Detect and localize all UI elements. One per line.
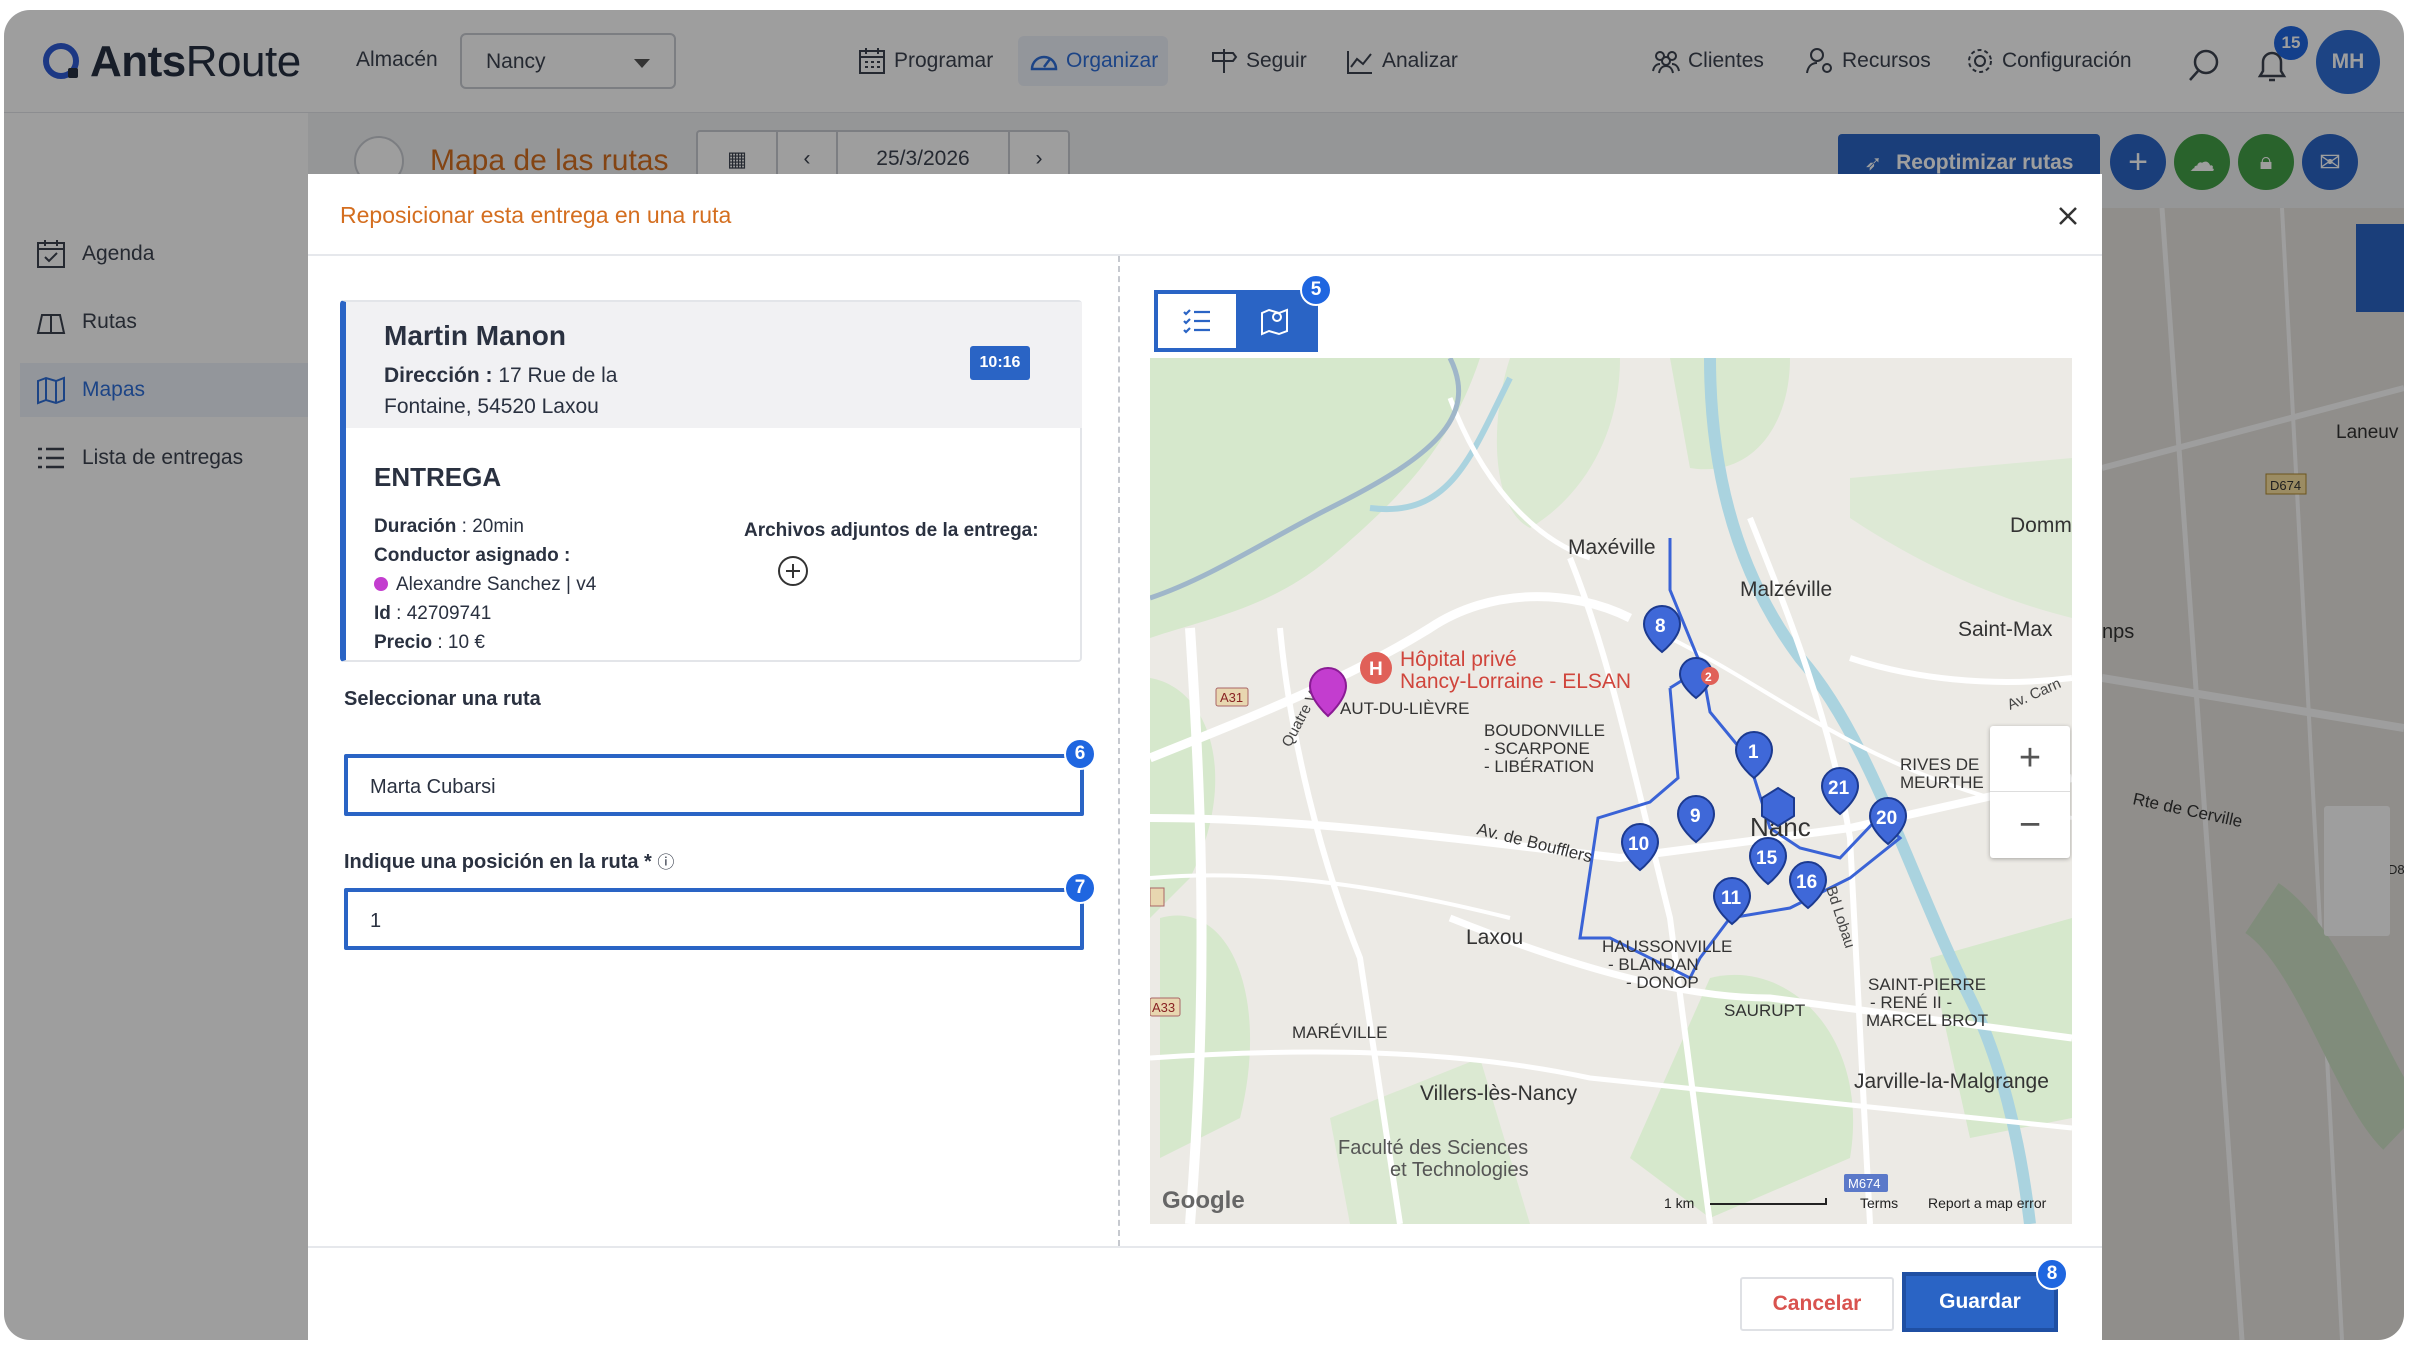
map-place: Jarville-la-Malgrange <box>1854 1070 2049 1093</box>
list-view-button[interactable] <box>1158 294 1236 348</box>
step-badge-6: 6 <box>1064 738 1096 770</box>
route-marker: 2 <box>1705 670 1712 684</box>
time-badge: 10:16 <box>970 346 1030 380</box>
step-badge-5: 5 <box>1300 274 1332 306</box>
close-icon[interactable] <box>2048 196 2088 236</box>
duration-label: Duración <box>374 516 457 537</box>
route-marker: 1 <box>1748 742 1759 763</box>
map-place: Nancy-Lorraine - ELSAN <box>1400 670 1631 693</box>
modal-title: Reposicionar esta entrega en una ruta <box>340 202 732 228</box>
position-value: 1 <box>370 910 382 932</box>
map-place: Malzéville <box>1740 578 1832 601</box>
map-place: RIVES DE <box>1900 755 1979 774</box>
view-toggle <box>1154 290 1318 352</box>
road-shield: A31 <box>1220 690 1243 705</box>
route-marker: 9 <box>1690 806 1701 827</box>
map-place: - LIBÉRATION <box>1484 757 1594 776</box>
save-button[interactable]: Guardar <box>1902 1272 2058 1332</box>
modal-header: Reposicionar esta entrega en una ruta <box>308 174 2102 256</box>
delivery-id: Id : 42709741 <box>374 603 491 625</box>
section-title: ENTREGA <box>374 462 502 492</box>
map-scale: 1 km <box>1664 1195 1694 1211</box>
map-place: - RENÉ II - <box>1870 993 1952 1012</box>
app-frame: AntsRoute Almacén Nancy Programar Organi… <box>4 10 2404 1340</box>
add-attachment-icon[interactable] <box>776 554 810 588</box>
step-badge-7: 7 <box>1064 872 1096 904</box>
route-marker: 20 <box>1876 808 1897 829</box>
route-marker: 15 <box>1756 848 1778 869</box>
delivery-price: Precio : 10 € <box>374 632 485 654</box>
price-label: Precio <box>374 632 433 653</box>
map-place: MARÉVILLE <box>1292 1023 1387 1042</box>
map-place: MARCEL BROT <box>1866 1011 1988 1030</box>
info-icon: ⓘ <box>657 853 675 872</box>
driver-label: Conductor asignado : <box>374 545 570 567</box>
road-shield: M674 <box>1848 1176 1881 1191</box>
position-input[interactable]: 1 <box>344 888 1084 950</box>
step-badge-8: 8 <box>2036 1258 2068 1290</box>
position-label: Indique una posición en la ruta * ⓘ <box>344 848 674 874</box>
duration: Duración : 20min <box>374 516 524 538</box>
map-place: Saint-Max <box>1958 618 2053 641</box>
map-terms[interactable]: Terms <box>1860 1195 1898 1211</box>
zoom-controls: + − <box>1990 726 2070 858</box>
map-place: MEURTHE <box>1900 773 1984 792</box>
route-marker: 10 <box>1628 834 1649 855</box>
route-marker: 21 <box>1828 778 1850 799</box>
map-place: Villers-lès-Nancy <box>1420 1082 1578 1105</box>
delivery-card-header: Martin Manon Dirección : 17 Rue de la Fo… <box>346 302 1082 428</box>
map-pin-icon <box>1261 308 1288 336</box>
map-place: SAURUPT <box>1724 1001 1805 1020</box>
delivery-address: Dirección : 17 Rue de la Fontaine, 54520… <box>384 360 684 422</box>
route-marker: 16 <box>1796 872 1817 893</box>
route-marker: 11 <box>1721 888 1742 909</box>
zoom-in-button[interactable]: + <box>1990 726 2070 792</box>
route-select-value: Marta Cubarsi <box>370 776 496 798</box>
id-value: : 42709741 <box>390 603 492 624</box>
svg-text:H: H <box>1369 659 1383 680</box>
cancel-button[interactable]: Cancelar <box>1740 1277 1894 1331</box>
price-value: : 10 € <box>432 632 485 653</box>
checklist-icon <box>1183 309 1210 334</box>
duration-value: : 20min <box>456 516 524 537</box>
map-report-link[interactable]: Report a map error <box>1928 1195 2047 1211</box>
delivery-card: Martin Manon Dirección : 17 Rue de la Fo… <box>340 300 1082 662</box>
map-place: Domm <box>2010 514 2072 537</box>
driver-name: Alexandre Sanchez | v4 <box>396 574 597 595</box>
position-label-text: Indique una posición en la ruta * <box>344 851 652 873</box>
road-shield: A33 <box>1152 1000 1175 1015</box>
map-view-button[interactable] <box>1236 294 1314 348</box>
driver-color-dot <box>374 577 388 591</box>
driver-label-text: Conductor asignado : <box>374 545 571 566</box>
route-select-label: Seleccionar una ruta <box>344 688 541 710</box>
attachments-label: Archivos adjuntos de la entrega: <box>744 520 1039 541</box>
map-place: SAINT-PIERRE <box>1868 975 1986 994</box>
map-place: HAUSSONVILLE <box>1602 937 1732 956</box>
route-map[interactable]: A31 A33 M674 Maxéville Malzéville Saint-… <box>1150 358 2072 1224</box>
map-place: - BLANDAN <box>1608 955 1699 974</box>
route-marker: 8 <box>1655 616 1666 637</box>
map-place: Hôpital privé <box>1400 648 1517 671</box>
google-logo: Google <box>1162 1187 1245 1214</box>
map-place: Laxou <box>1466 926 1523 949</box>
map-place: AUT-DU-LIÈVRE <box>1340 699 1469 718</box>
route-select[interactable]: Marta Cubarsi <box>344 754 1084 816</box>
map-place: BOUDONVILLE <box>1484 721 1605 740</box>
map-place: Faculté des Sciences <box>1338 1137 1528 1159</box>
customer-name: Martin Manon <box>384 320 566 351</box>
column-divider <box>1118 256 1120 1246</box>
map-place: - DONOP <box>1626 973 1699 992</box>
map-place: - SCARPONE <box>1484 739 1590 758</box>
id-label: Id <box>374 603 391 624</box>
reposition-modal: Reposicionar esta entrega en una ruta Ma… <box>308 174 2102 1340</box>
map-place: Maxéville <box>1568 536 1656 559</box>
map-place: et Technologies <box>1390 1159 1529 1181</box>
driver-value: Alexandre Sanchez | v4 <box>374 574 596 596</box>
address-label: Dirección : <box>384 364 493 387</box>
zoom-out-button[interactable]: − <box>1990 792 2070 858</box>
